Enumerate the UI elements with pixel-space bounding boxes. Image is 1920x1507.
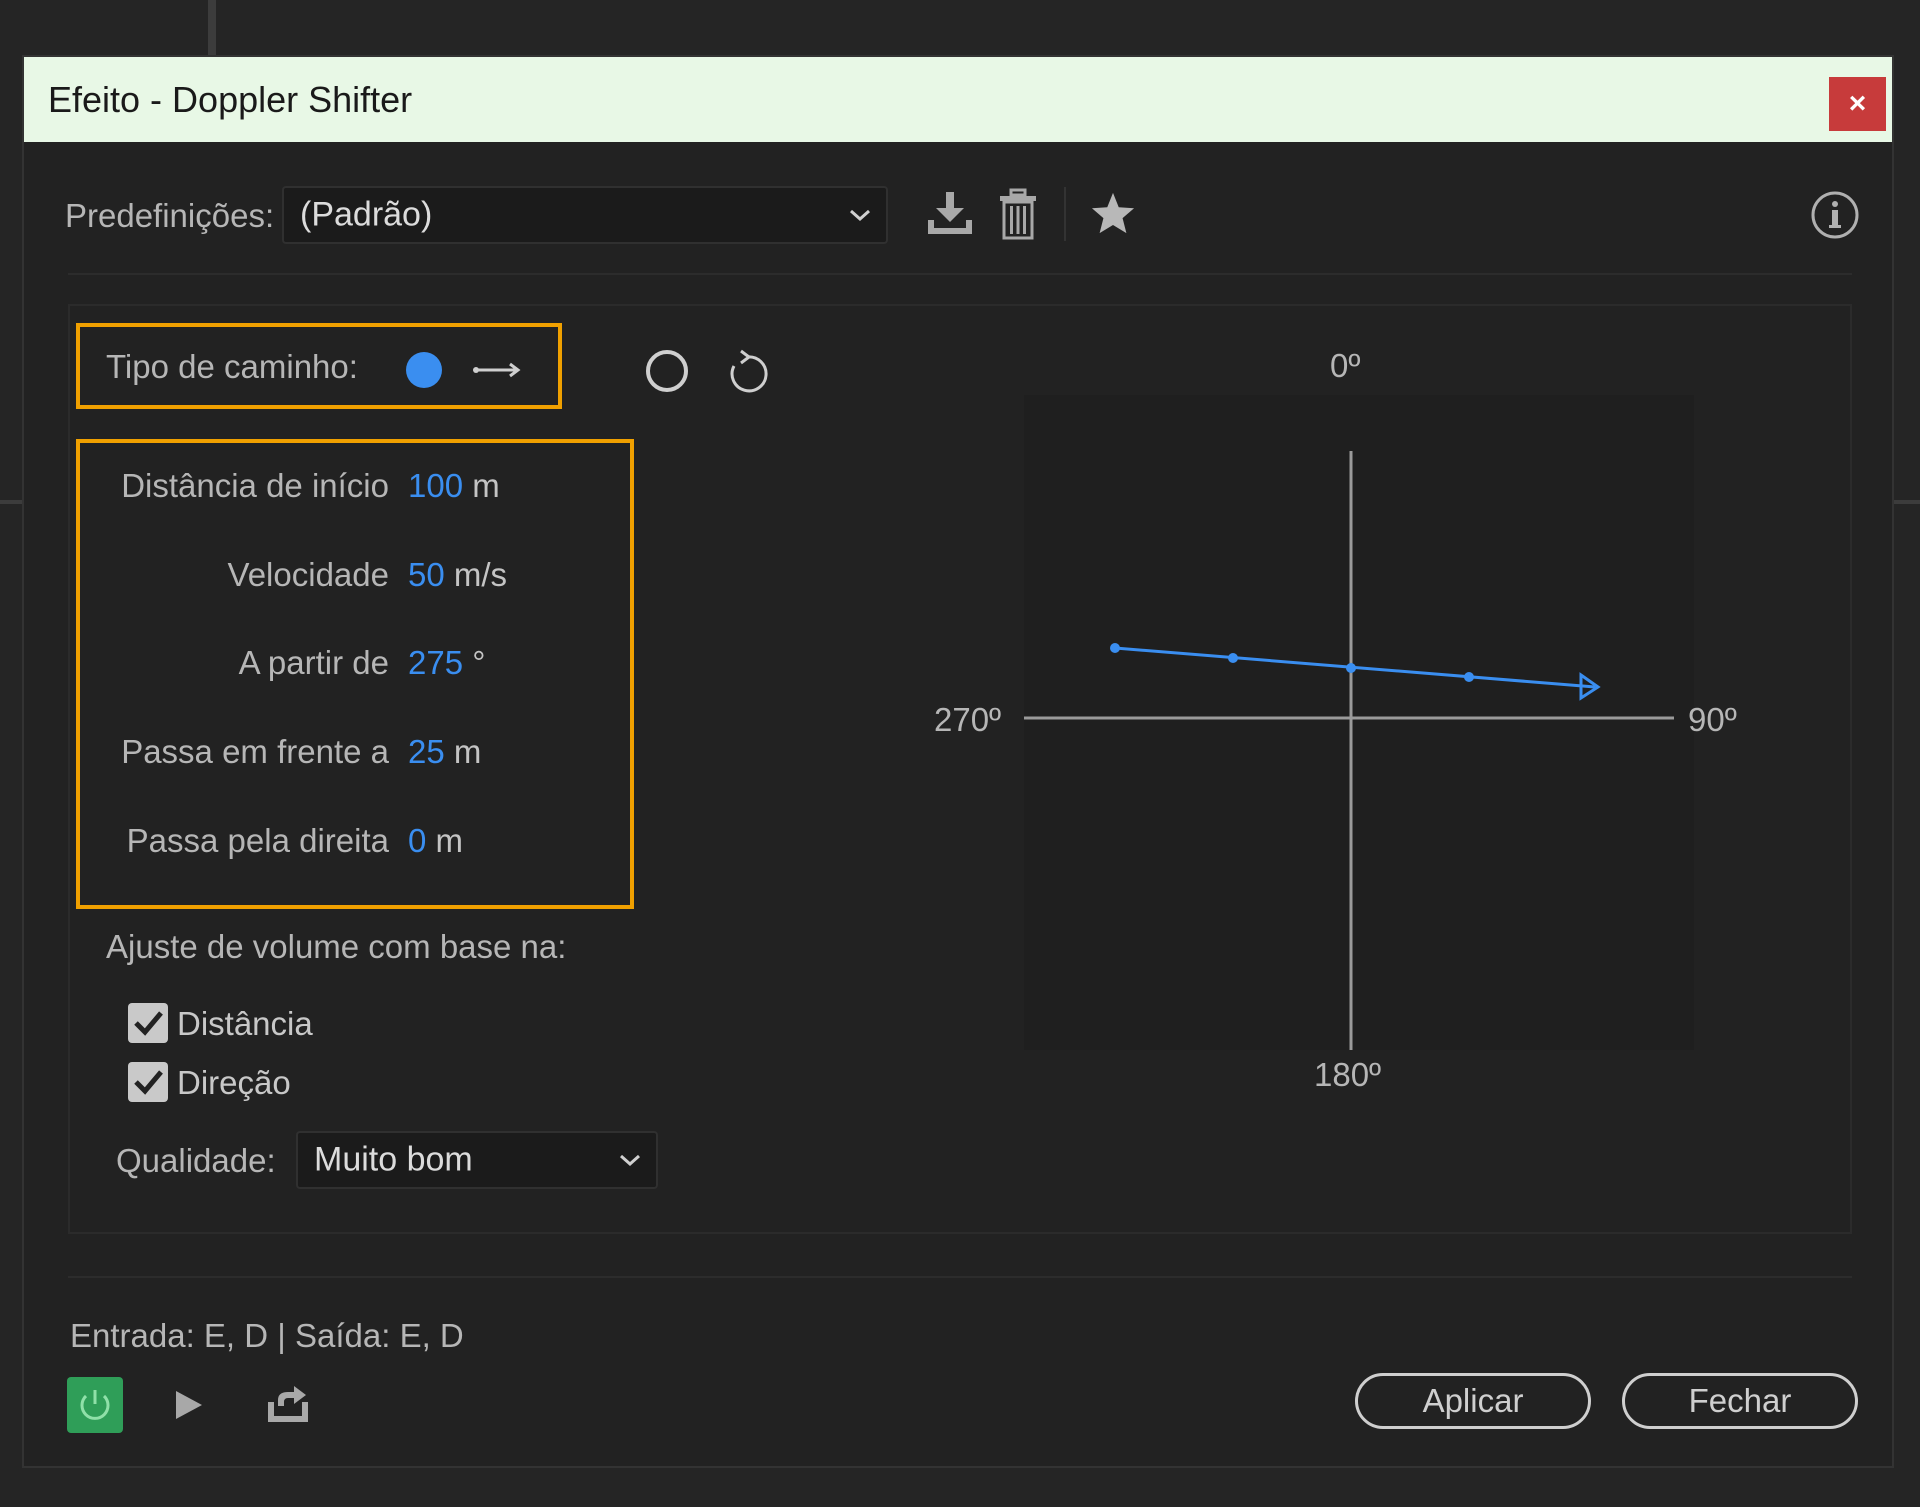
power-button[interactable] (67, 1377, 123, 1433)
io-channels-text: Entrada: E, D | Saída: E, D (70, 1317, 464, 1354)
graph-label-bottom: 180º (1314, 1056, 1382, 1093)
check-icon (134, 1011, 163, 1036)
presets-label: Predefinições: (65, 197, 275, 234)
distance-checkbox[interactable] (128, 1003, 168, 1043)
path-type-straight-radio[interactable] (404, 350, 444, 390)
background-divider (0, 500, 22, 504)
path-type-label: Tipo de caminho: (106, 348, 358, 385)
graph-label-right: 90º (1688, 701, 1737, 738)
play-icon[interactable] (172, 1387, 206, 1423)
close-window-button[interactable]: × (1829, 77, 1886, 131)
export-icon[interactable] (264, 1382, 312, 1426)
close-button[interactable]: Fechar (1622, 1373, 1858, 1429)
power-icon (80, 1390, 110, 1420)
volume-adjust-label: Ajuste de volume com base na: (106, 928, 567, 965)
path-point (1464, 672, 1474, 682)
chevron-down-icon (620, 1154, 640, 1167)
delete-preset-icon[interactable] (998, 188, 1038, 240)
background-divider (208, 0, 216, 55)
apply-button[interactable]: Aplicar (1355, 1373, 1591, 1429)
save-preset-icon[interactable] (924, 190, 976, 238)
footer-separator (68, 1276, 1852, 1278)
param-value-speed[interactable]: 50 m/s (408, 556, 507, 594)
check-icon (134, 1070, 163, 1095)
param-label-passes-in-front: Passa em frente a (121, 733, 389, 770)
window-title: Efeito - Doppler Shifter (48, 79, 413, 120)
param-value-passes-right[interactable]: 0 m (408, 822, 463, 860)
param-value-from-angle[interactable]: 275 ° (408, 644, 485, 682)
graph-label-left: 270º (934, 701, 1002, 738)
quality-label: Qualidade: (116, 1142, 276, 1179)
presets-dropdown[interactable]: (Padrão) (282, 186, 888, 244)
direction-checkbox-label: Direção (177, 1064, 291, 1101)
path-type-circular-radio[interactable] (644, 348, 690, 394)
param-value-passes-in-front[interactable]: 25 m (408, 733, 481, 771)
param-label-passes-right: Passa pela direita (126, 822, 389, 859)
direction-checkbox[interactable] (128, 1062, 168, 1102)
quality-value: Muito bom (314, 1140, 473, 1179)
presets-value: (Padrão) (300, 195, 433, 234)
info-icon[interactable] (1810, 190, 1860, 240)
path-graph[interactable] (1022, 395, 1702, 1055)
graph-label-top: 0º (1330, 347, 1361, 384)
quality-dropdown[interactable]: Muito bom (296, 1131, 658, 1189)
param-label-speed: Velocidade (227, 556, 389, 593)
toolbar-divider (1064, 187, 1066, 241)
title-bar[interactable]: Efeito - Doppler Shifter × (24, 57, 1892, 142)
param-label-start-distance: Distância de início (121, 467, 389, 504)
doppler-shifter-dialog: Efeito - Doppler Shifter × Predefinições… (22, 55, 1894, 1468)
param-value-start-distance[interactable]: 100 m (408, 467, 500, 505)
header-separator (68, 273, 1852, 275)
param-label-from-angle: A partir de (238, 644, 389, 681)
straight-path-arrow-icon (473, 362, 521, 378)
distance-checkbox-label: Distância (177, 1005, 313, 1042)
path-point (1346, 663, 1356, 673)
path-point (1110, 643, 1120, 653)
background-divider (1894, 500, 1920, 504)
chevron-down-icon (850, 209, 870, 222)
favorite-star-icon[interactable] (1090, 191, 1136, 235)
path-point (1228, 653, 1238, 663)
circular-path-rotate-icon (730, 349, 768, 393)
